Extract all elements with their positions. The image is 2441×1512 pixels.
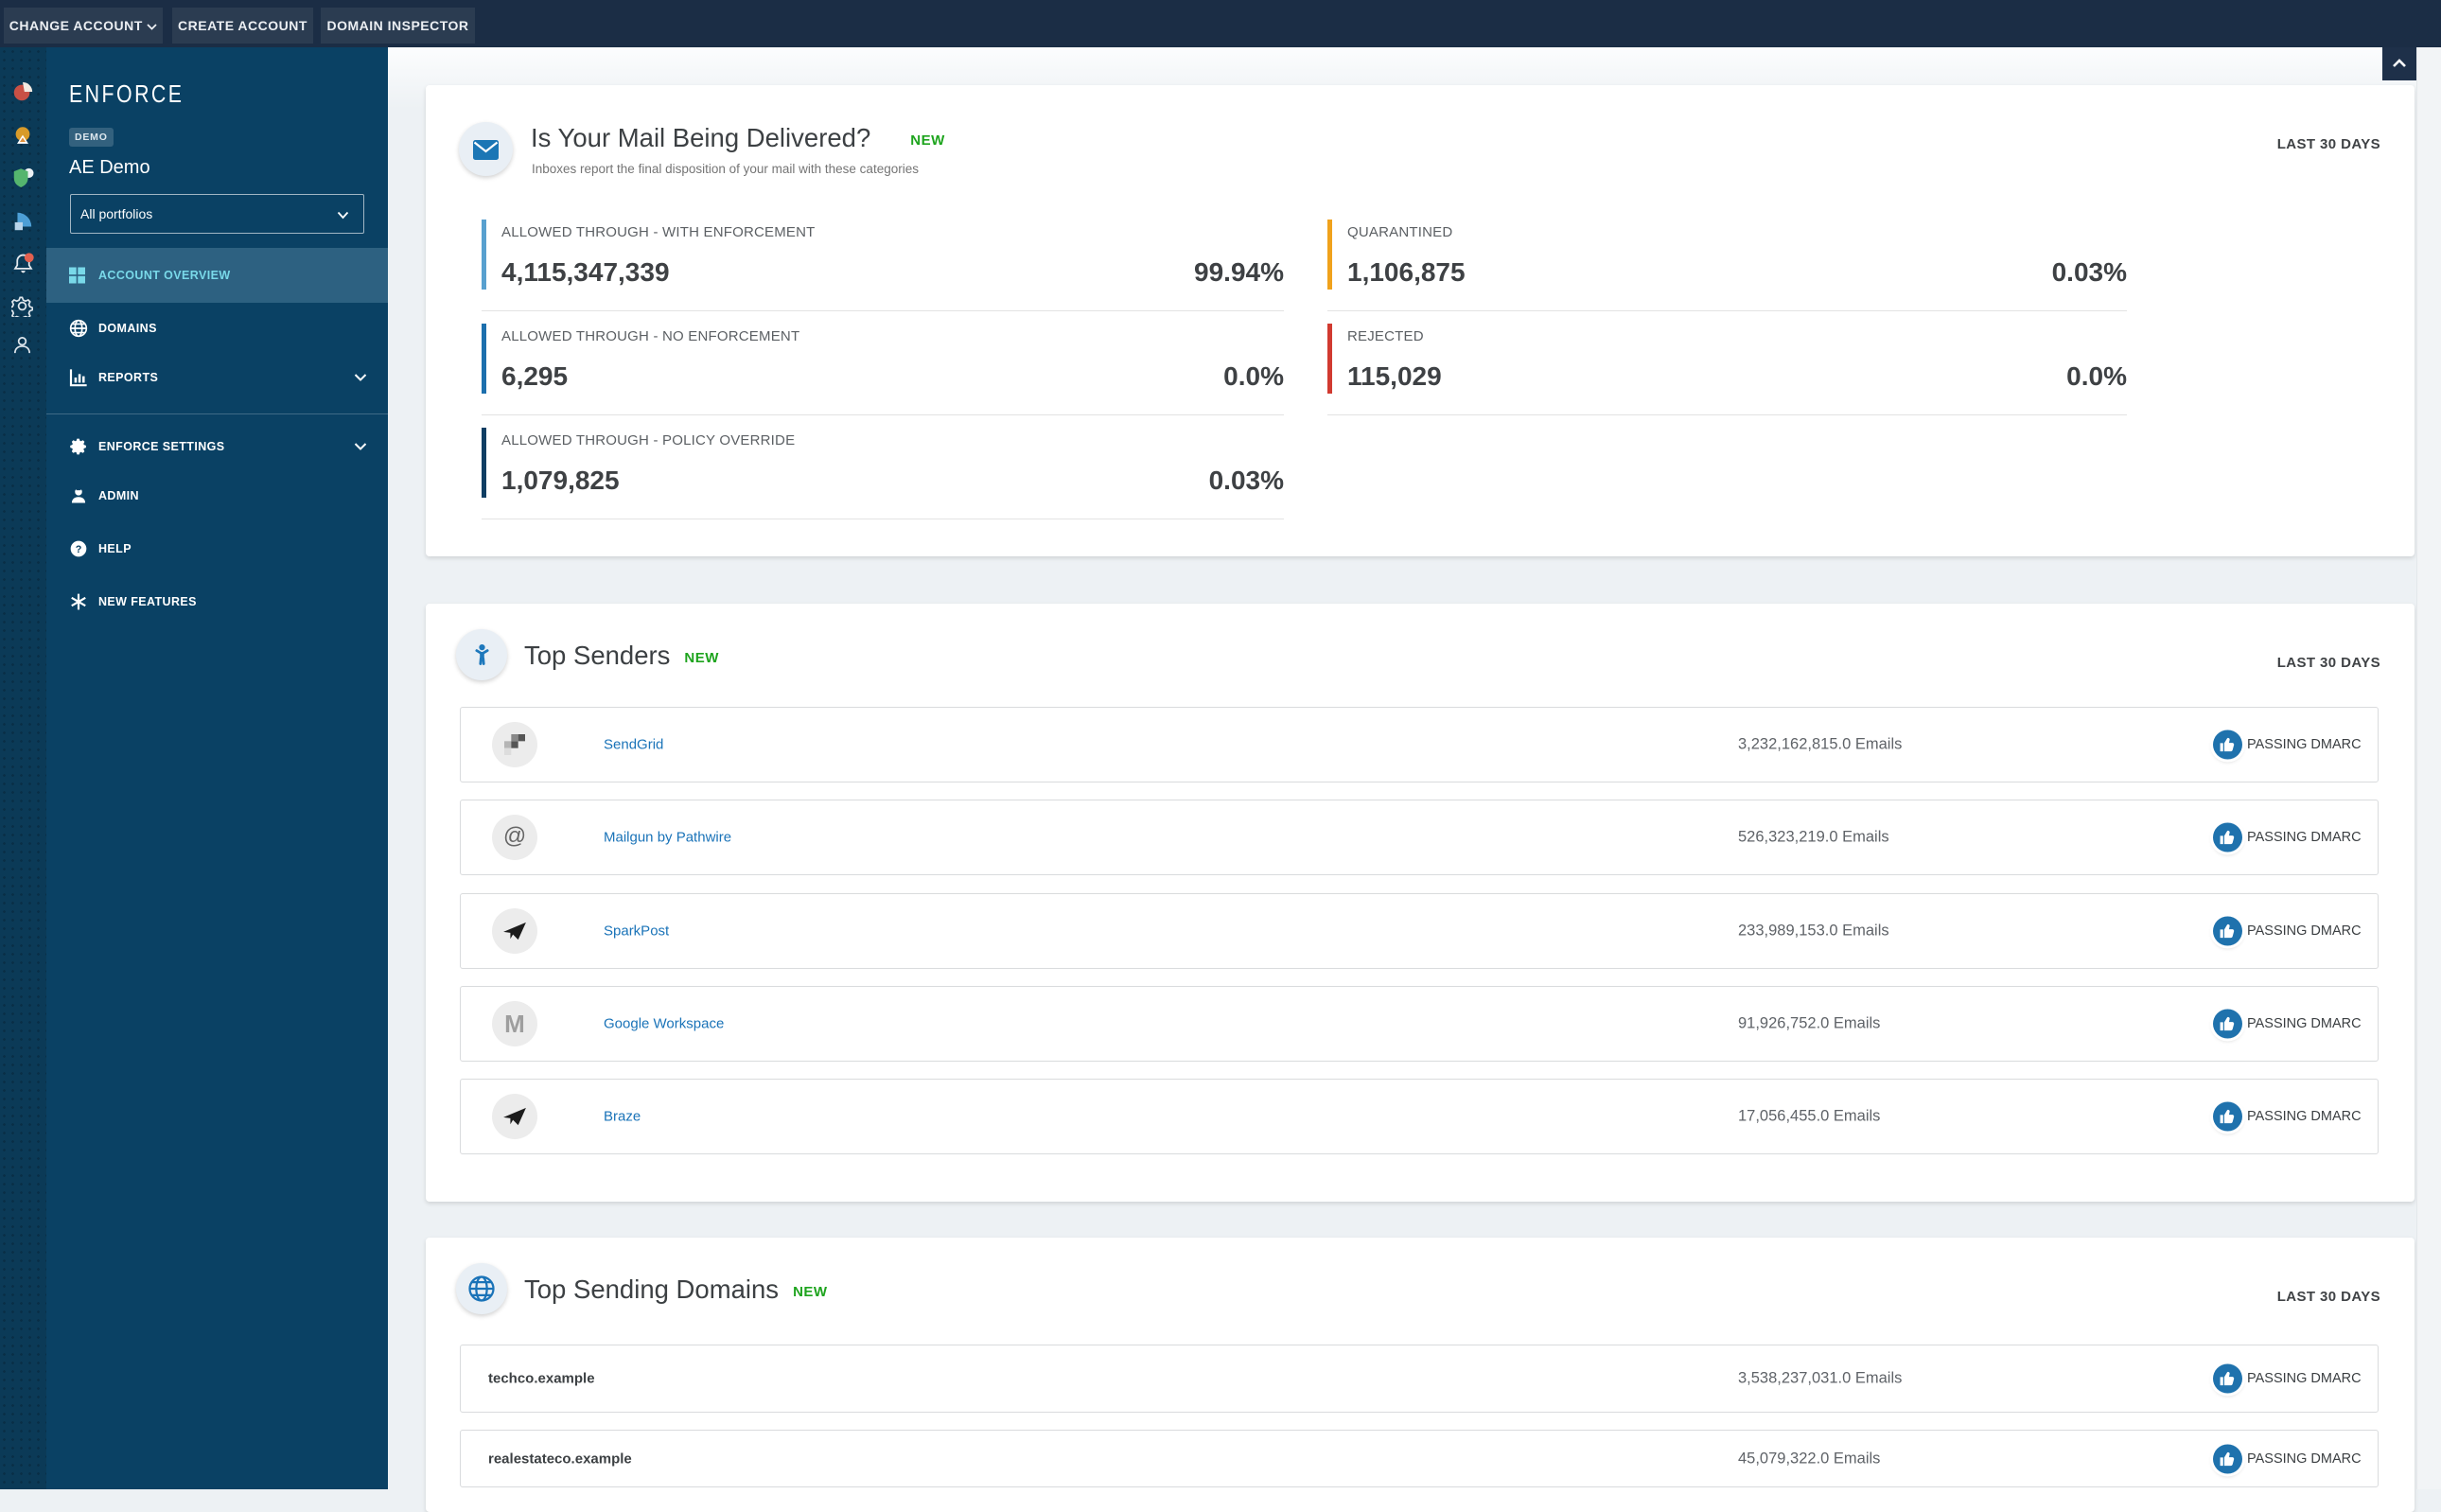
svg-text:?: ? bbox=[76, 544, 82, 555]
